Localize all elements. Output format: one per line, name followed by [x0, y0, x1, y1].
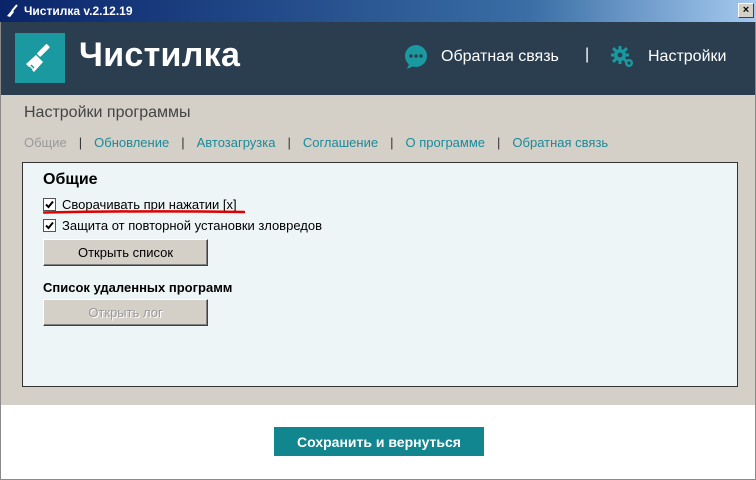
window-title: Чистилка v.2.12.19: [24, 4, 133, 18]
general-settings-panel: Общие Сворачивать при нажатии [x] Защита…: [22, 162, 738, 387]
tab-feedback[interactable]: Обратная связь: [512, 135, 608, 150]
highlight-underline: [43, 210, 245, 214]
header-feedback-label: Обратная связь: [441, 48, 559, 65]
tab-agreement[interactable]: Соглашение: [303, 135, 378, 150]
header-separator: |: [585, 46, 590, 63]
tab-update[interactable]: Обновление: [94, 135, 169, 150]
app-header: Чистилка Обратная связь | Настройки: [0, 22, 756, 95]
footer: Сохранить и вернуться: [0, 405, 756, 480]
tab-separator: |: [497, 135, 501, 150]
checkmark-icon: [45, 200, 54, 209]
header-settings-label: Настройки: [648, 48, 727, 65]
reinstall-protection-label: Защита от повторной установки зловредов: [62, 218, 322, 233]
checkmark-icon: [45, 221, 54, 230]
tab-separator: |: [390, 135, 394, 150]
open-log-button[interactable]: Открыть лог: [43, 299, 208, 326]
reinstall-protection-checkbox[interactable]: [43, 219, 56, 232]
gear-icon: [610, 44, 636, 70]
chat-bubble-icon: [403, 44, 429, 70]
title-bar: Чистилка v.2.12.19 ×: [0, 0, 756, 22]
close-button[interactable]: ×: [738, 3, 754, 18]
settings-area: Настройки программы Общие | Обновление |…: [0, 95, 756, 405]
brand-name: Чистилка: [79, 36, 241, 74]
tab-separator: |: [181, 135, 185, 150]
page-title: Настройки программы: [24, 104, 191, 121]
broom-app-icon: [4, 3, 20, 19]
removed-programs-heading: Список удаленных программ: [43, 280, 233, 295]
tab-about[interactable]: О программе: [405, 135, 485, 150]
broom-icon: [15, 33, 65, 83]
save-and-return-button[interactable]: Сохранить и вернуться: [274, 427, 484, 456]
general-heading: Общие: [43, 171, 98, 188]
reinstall-protection-option[interactable]: Защита от повторной установки зловредов: [43, 218, 322, 233]
tab-separator: |: [78, 135, 83, 150]
tab-separator: |: [287, 135, 291, 150]
header-feedback-link[interactable]: Обратная связь: [403, 44, 559, 70]
header-settings-link[interactable]: Настройки: [610, 44, 726, 70]
open-list-button[interactable]: Открыть список: [43, 239, 208, 266]
tab-general[interactable]: Общие: [24, 135, 67, 150]
settings-tabs: Общие | Обновление | Автозагрузка | Согл…: [24, 135, 608, 150]
tab-autostart[interactable]: Автозагрузка: [197, 135, 276, 150]
